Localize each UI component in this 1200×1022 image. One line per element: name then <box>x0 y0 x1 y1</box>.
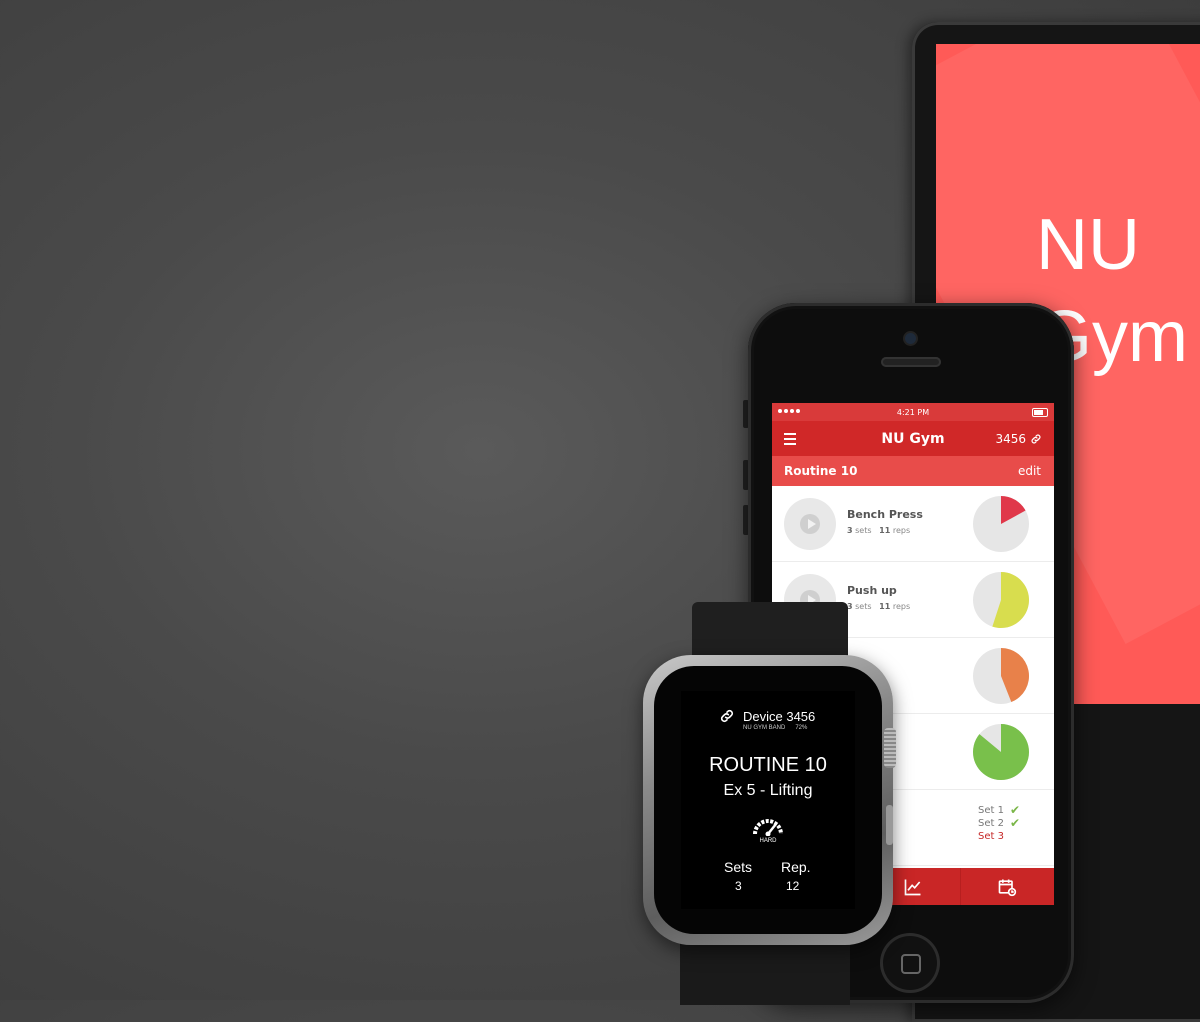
exercise-reps: 11 <box>879 526 891 535</box>
set-label: Set 2 <box>978 818 1004 829</box>
exercise-row[interactable]: Bench Press 3 sets 11 reps <box>772 486 1054 562</box>
watch-side-button[interactable] <box>886 805 893 845</box>
exercise-name: Push up <box>847 584 897 597</box>
watch-reps-value: 12 <box>786 879 800 893</box>
watch-exercise: Ex 5 - Lifting <box>723 782 813 799</box>
status-time: 4:21 PM <box>896 407 930 417</box>
play-button-icon[interactable] <box>784 498 836 550</box>
calendar-icon <box>998 879 1017 896</box>
hamburger-menu-icon[interactable] <box>784 433 796 448</box>
link-icon <box>1031 434 1041 443</box>
device-id: 3456 <box>995 431 1026 446</box>
exercise-meta: 3 sets 11 reps <box>847 602 910 611</box>
watch-digital-crown[interactable] <box>884 728 896 768</box>
watch-routine: ROUTINE 10 <box>709 754 827 776</box>
progress-pie <box>973 496 1029 552</box>
status-bar: 4:21 PM <box>772 403 1054 421</box>
chart-icon <box>904 879 921 895</box>
tab-calendar[interactable] <box>959 868 1054 905</box>
watch-band-label: NU GYM BAND <box>743 725 786 731</box>
progress-pie <box>973 572 1029 628</box>
set-label: Set 1 <box>978 805 1004 816</box>
gauge-icon <box>753 819 783 836</box>
exercise-reps-label: reps <box>892 602 911 611</box>
set-label: Set 3 <box>978 831 1004 842</box>
watch-intensity: HARD <box>759 838 777 844</box>
exercise-reps: 11 <box>879 602 891 611</box>
phone-home-button[interactable] <box>880 933 940 993</box>
watch-screen: Device 3456 NU GYM BAND 72% ROUTINE 10 E… <box>681 691 855 909</box>
watch-sets-label: Sets <box>724 859 753 875</box>
link-icon <box>720 709 734 723</box>
nav-bar: NU Gym 3456 <box>772 421 1054 456</box>
phone-speaker <box>881 357 941 367</box>
exercise-sets-label: sets <box>855 602 872 611</box>
battery-icon <box>1032 408 1048 417</box>
watch-device-header: Device 3456 <box>719 708 815 724</box>
progress-pie <box>973 724 1029 780</box>
set-checklist: Set 1 ✔ Set 2 ✔ Set 3 <box>978 804 1020 843</box>
exercise-name: Bench Press <box>847 508 923 521</box>
check-icon: ✔ <box>1009 816 1021 830</box>
phone-camera <box>905 333 916 344</box>
laptop-title-line1: NU <box>1036 205 1140 285</box>
device-link-button[interactable]: 3456 <box>995 432 1042 446</box>
set-item: Set 2 ✔ <box>978 817 1020 830</box>
edit-button[interactable]: edit <box>1018 464 1041 478</box>
watch-band-bottom <box>680 935 850 1005</box>
watch-reps-label: Rep. <box>781 859 811 875</box>
exercise-sets: 3 <box>847 526 853 535</box>
set-item: Set 3 <box>978 830 1020 843</box>
watch-sets-value: 3 <box>735 879 742 893</box>
progress-pie <box>973 648 1029 704</box>
watch-band-info: NU GYM BAND 72% <box>743 725 807 731</box>
exercise-meta: 3 sets 11 reps <box>847 526 910 535</box>
app-title: NU Gym <box>881 430 945 447</box>
exercise-sets-label: sets <box>855 526 872 535</box>
exercise-reps-label: reps <box>892 526 911 535</box>
routine-name: Routine 10 <box>784 464 858 478</box>
routine-header: Routine 10 edit <box>772 456 1054 486</box>
watch-device-label: Device 3456 <box>743 708 816 724</box>
signal-dots-icon <box>778 409 800 413</box>
watch-battery: 72% <box>795 725 808 731</box>
